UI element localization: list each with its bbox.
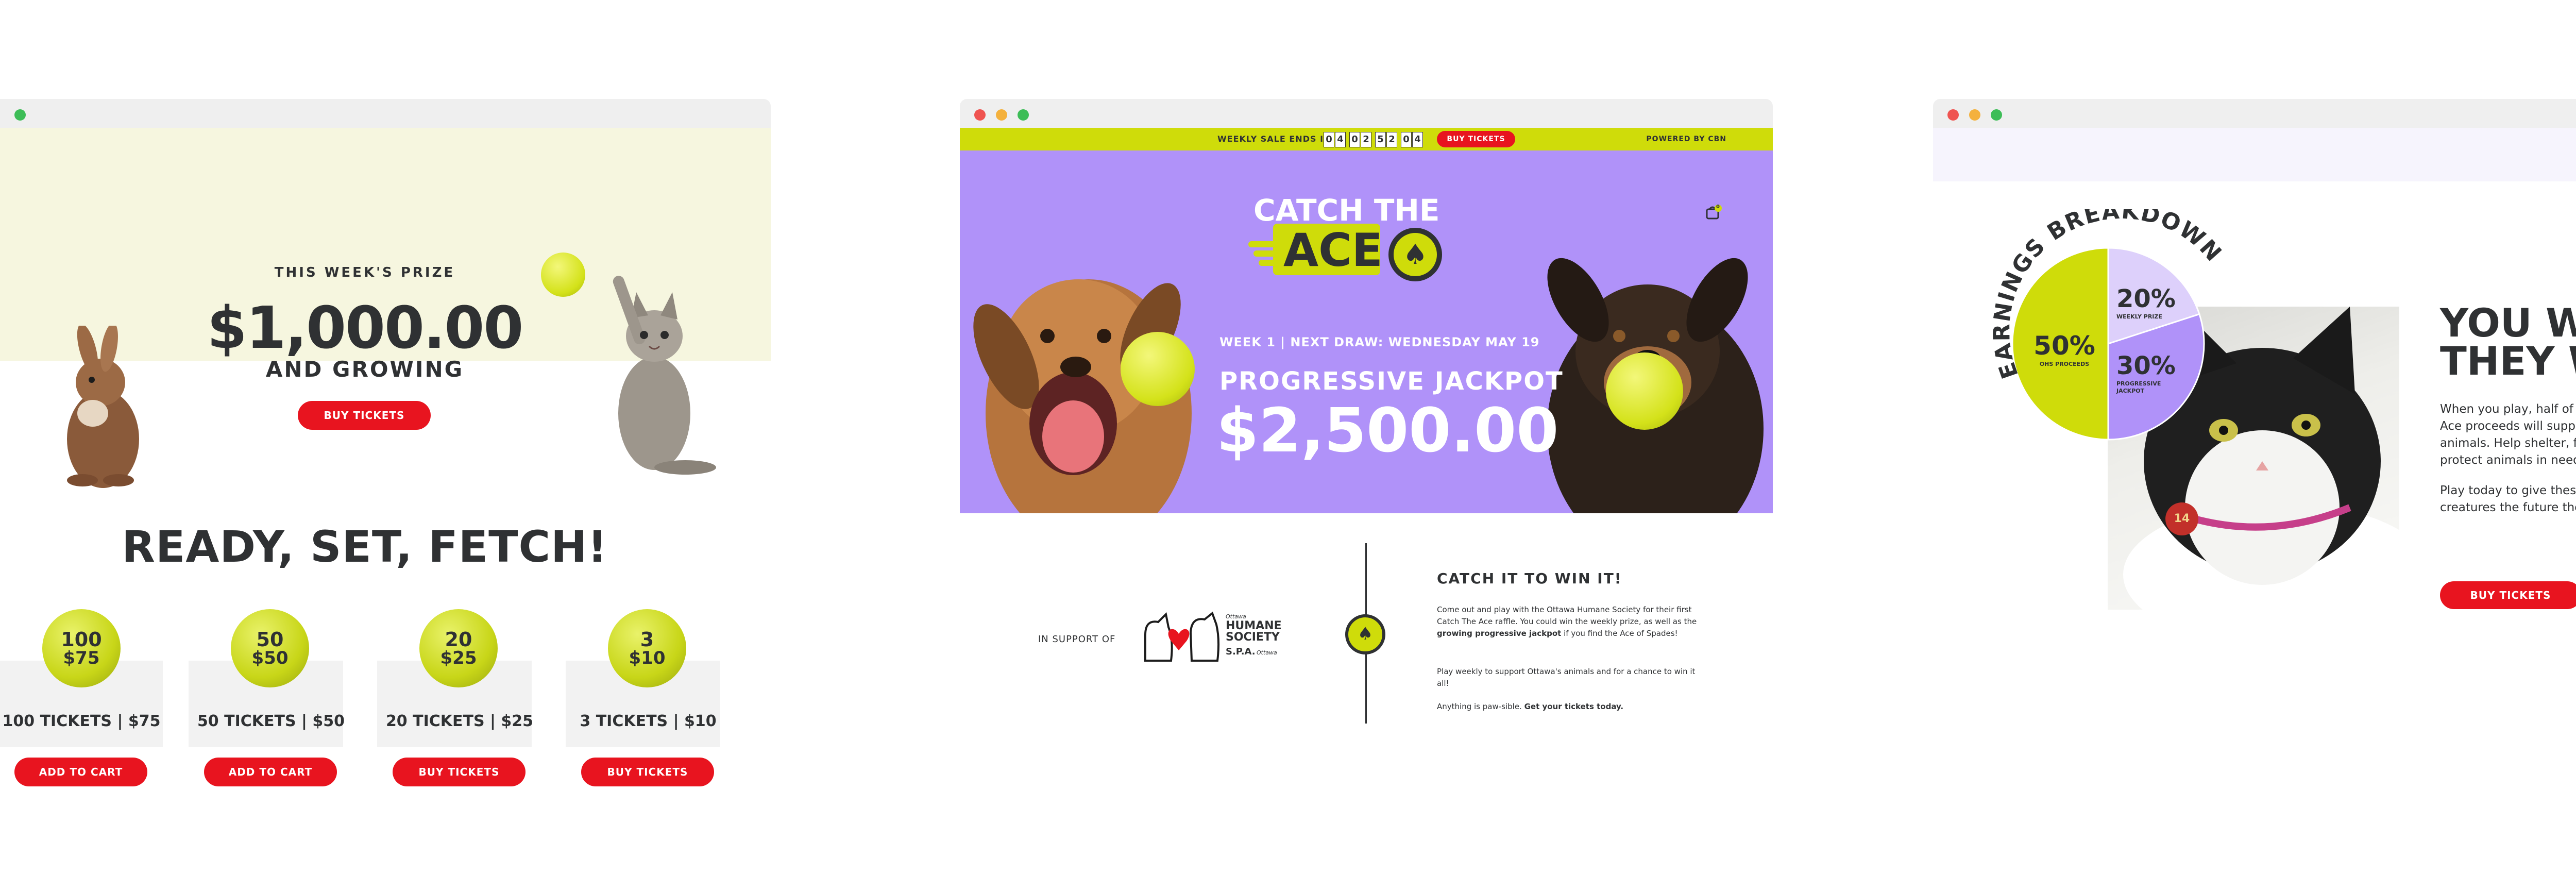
window-minimize-button[interactable] <box>996 109 1007 121</box>
humane-society-logo: Ottawa HUMANE SOCIETY S.P.A. Ottawa <box>1135 609 1284 666</box>
ticket-tier-label: 50 TICKETS | $50 <box>197 712 345 730</box>
section-heading: READY, SET, FETCH! <box>122 522 608 572</box>
window-maximize-button[interactable] <box>1018 109 1029 121</box>
ball-quantity: 20 <box>445 628 472 651</box>
window-maximize-button[interactable] <box>1991 109 2002 121</box>
cta-text: Anything is paw-sible. <box>1437 702 1524 711</box>
draw-info: WEEK 1 | NEXT DRAW: WEDNESDAY MAY 19 <box>1219 335 1540 349</box>
countdown-digit: 4 <box>1335 132 1346 147</box>
prize-amount: $1,000.00 <box>207 295 524 362</box>
ball-price: $25 <box>440 648 477 668</box>
window-earnings: 14 50% OHS PROCEEDS 20% WEEKLY PRIZE 30%… <box>1933 99 2576 614</box>
breakdown-title-text: EARNINGS BREAKDOWN <box>1989 209 2226 382</box>
countdown-digit: 0 <box>1324 132 1334 147</box>
society-spa: S.P.A. <box>1226 646 1256 657</box>
buy-tickets-button[interactable]: BUY TICKETS <box>2440 581 2576 609</box>
society-name-line2: SOCIETY <box>1226 631 1280 644</box>
buy-tickets-button[interactable]: BUY TICKETS <box>581 758 714 786</box>
ticket-tier-label: 20 TICKETS | $25 <box>385 712 534 730</box>
win-title-line2: THEY WIN <box>2440 338 2576 384</box>
countdown-digit: 0 <box>1401 132 1412 147</box>
window-catch-the-ace: WEEKLY SALE ENDS IN: 0 4 0 2 5 2 0 4 BUY… <box>960 99 1773 724</box>
win-paragraph-2: Play today to give these loving creature… <box>2440 484 2576 514</box>
cta-paragraph: Anything is paw-sible. Get your tickets … <box>1437 701 1700 713</box>
add-to-cart-button[interactable]: ADD TO CART <box>204 758 337 786</box>
browser-titlebar <box>1933 99 2576 128</box>
intro-highlight: growing progressive jackpot <box>1437 629 1562 638</box>
win-title-line1: YOU WIN, <box>2440 300 2576 346</box>
ball-price: $50 <box>251 648 289 668</box>
prize-subtitle: AND GROWING <box>265 357 464 382</box>
tennis-ball-price-icon: 100 $75 <box>42 609 121 687</box>
intro-text: Come out and play with the Ottawa Humane… <box>1437 605 1697 626</box>
logo-ace: ACE <box>1283 224 1383 277</box>
powered-by-label: POWERED BY CBN <box>1646 135 1726 143</box>
countdown-digit: 5 <box>1375 132 1386 147</box>
ball-price: $75 <box>63 648 100 668</box>
ball-quantity: 100 <box>61 628 102 651</box>
cart-count-badge: 0 <box>1716 204 1720 210</box>
jackpot-label: PROGRESSIVE JACKPOT <box>1219 367 1564 396</box>
ticket-tier-label: 100 TICKETS | $75 <box>2 712 161 730</box>
win-title: YOU WIN, THEY WIN <box>2440 300 2576 384</box>
window-close-button[interactable] <box>974 109 986 121</box>
window-minimize-button[interactable] <box>1969 109 1980 121</box>
ball-quantity: 3 <box>640 628 654 651</box>
countdown-digit: 2 <box>1386 132 1397 147</box>
nav-strip <box>1933 128 2576 181</box>
countdown-digit: 0 <box>1349 132 1360 147</box>
earnings-breakdown-title: EARNINGS BREAKDOWN <box>1989 209 2227 382</box>
win-paragraph: When you play, half of the Catch the Ace… <box>2440 402 2576 467</box>
window-prize-page: THIS WEEK'S PRIZE $1,000.00 AND GROWING … <box>0 99 771 786</box>
tennis-ball-image <box>1606 352 1683 430</box>
sale-label: WEEKLY SALE ENDS IN: <box>1217 134 1335 144</box>
support-paragraph: Play weekly to support Ottawa's animals … <box>1437 667 1696 688</box>
cat-name-tag: 14 <box>2165 502 2198 535</box>
buy-tickets-button[interactable]: BUY TICKETS <box>393 758 526 786</box>
society-city: Ottawa <box>1257 649 1277 656</box>
ball-quantity: 50 <box>256 628 284 651</box>
tennis-ball-price-icon: 50 $50 <box>231 609 309 687</box>
jackpot-hero: CATCH THE ACE ♠ 0 WEEK 1 | NEXT DRAW: WE… <box>960 150 1773 513</box>
countdown-digit: 2 <box>1361 132 1371 147</box>
hero-buy-tickets-button[interactable]: BUY TICKETS <box>298 401 431 430</box>
catch-heading: CATCH IT TO WIN IT! <box>1437 570 1622 587</box>
window-maximize-button[interactable] <box>14 109 26 121</box>
pets-heart-icon <box>1144 611 1220 662</box>
window-close-button[interactable] <box>1947 109 1959 121</box>
spade-ball-icon: ♠ <box>1345 614 1385 654</box>
browser-titlebar <box>960 99 1773 128</box>
ball-price: $10 <box>629 648 666 668</box>
sale-countdown-bar: WEEKLY SALE ENDS IN: 0 4 0 2 5 2 0 4 BUY… <box>960 128 1773 150</box>
topbar-buy-tickets-button[interactable]: BUY TICKETS <box>1437 131 1515 147</box>
tennis-ball-image <box>1121 332 1195 406</box>
tennis-ball-price-icon: 20 $25 <box>419 609 498 687</box>
countdown-digit: 4 <box>1412 132 1423 147</box>
svg-text:EARNINGS BREAKDOWN: EARNINGS BREAKDOWN <box>1989 209 2227 382</box>
prize-label: THIS WEEK'S PRIZE <box>274 265 455 280</box>
society-name-line1: HUMANE <box>1226 619 1282 632</box>
intro-paragraph: Come out and play with the Ottawa Humane… <box>1437 604 1700 640</box>
cta-highlight: Get your tickets today. <box>1524 702 1624 711</box>
logo-catch-the: CATCH THE <box>1253 193 1440 228</box>
support-label: IN SUPPORT OF <box>1038 634 1116 645</box>
intro-text-end: if you find the Ace of Spades! <box>1561 629 1678 638</box>
jackpot-amount: $2,500.00 <box>1216 395 1559 466</box>
tennis-ball-price-icon: 3 $10 <box>608 609 686 687</box>
ticket-tier-label: 3 TICKETS | $10 <box>580 712 717 730</box>
add-to-cart-button[interactable]: ADD TO CART <box>14 758 147 786</box>
spade-ball-icon: ♠ <box>1388 228 1442 281</box>
browser-titlebar <box>0 99 771 128</box>
